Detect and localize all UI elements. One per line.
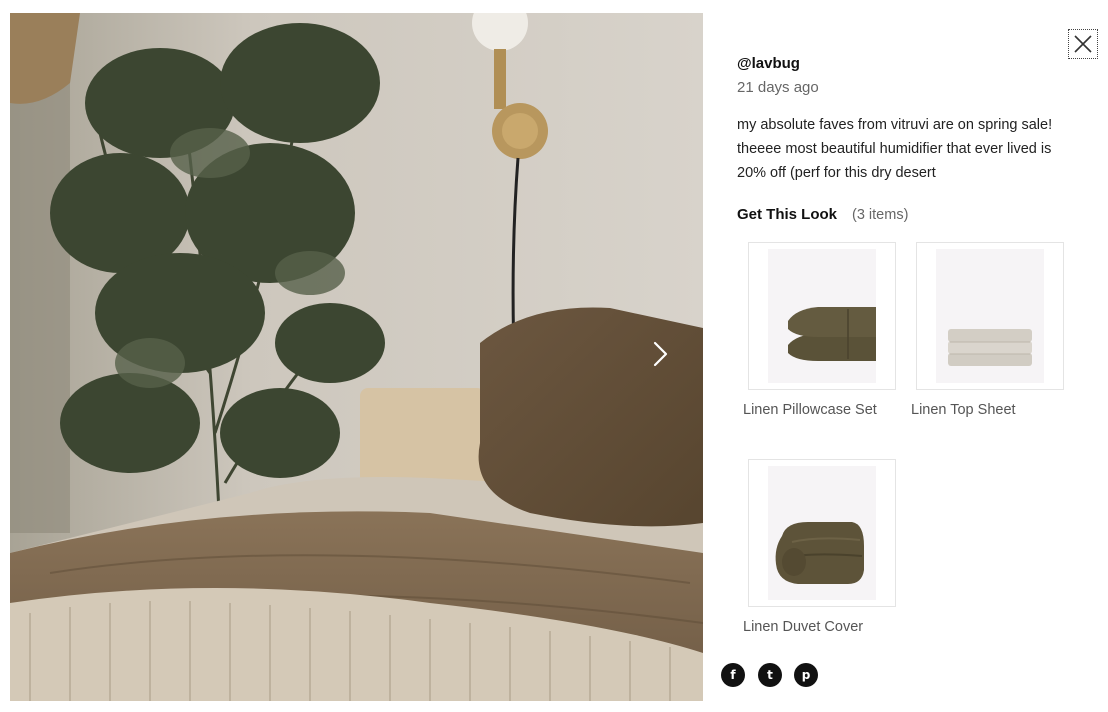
product-name-duvet[interactable]: Linen Duvet Cover xyxy=(743,619,863,635)
look-item-count: (3 items) xyxy=(852,207,909,223)
chevron-right-icon xyxy=(653,341,668,367)
post-photo xyxy=(10,13,703,701)
pinterest-icon: p xyxy=(801,668,811,682)
duvet-image xyxy=(775,522,864,584)
facebook-icon: f xyxy=(730,668,736,682)
post-caption: my absolute faves from vitruvi are on sp… xyxy=(737,117,1053,181)
post-timestamp: 21 days ago xyxy=(737,79,819,96)
twitter-share-button[interactable]: t xyxy=(758,663,782,687)
close-icon xyxy=(1074,35,1092,53)
product-name-pillowcase[interactable]: Linen Pillowcase Set xyxy=(743,402,877,418)
product-name-top-sheet[interactable]: Linen Top Sheet xyxy=(911,402,1016,418)
twitter-icon: t xyxy=(767,668,773,682)
product-thumb xyxy=(768,249,876,383)
close-button[interactable] xyxy=(1068,29,1098,59)
product-thumb xyxy=(768,466,876,600)
facebook-share-button[interactable]: f xyxy=(721,663,745,687)
bedroom-photo xyxy=(10,13,703,701)
product-card-top-sheet[interactable] xyxy=(916,242,1064,390)
folded-sheet-image xyxy=(948,329,1032,366)
product-card-duvet[interactable] xyxy=(748,459,896,607)
product-thumb xyxy=(936,249,1044,383)
next-image-button[interactable] xyxy=(644,336,678,372)
pillowcase-image xyxy=(788,307,876,361)
get-this-look-heading: Get This Look xyxy=(737,206,838,223)
product-card-pillowcase[interactable] xyxy=(748,242,896,390)
pinterest-share-button[interactable]: p xyxy=(794,663,818,687)
post-username[interactable]: @lavbug xyxy=(737,55,800,72)
